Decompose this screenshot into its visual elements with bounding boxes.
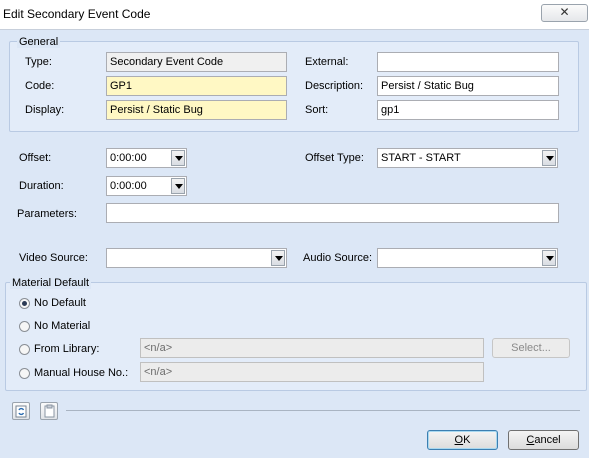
description-label: Description:	[305, 80, 364, 92]
window-title: Edit Secondary Event Code	[3, 7, 151, 21]
external-input[interactable]	[377, 52, 559, 72]
duration-combo[interactable]: 0:00:00	[106, 176, 187, 196]
no-material-label[interactable]: No Material	[34, 320, 90, 332]
audio-source-label: Audio Source:	[303, 252, 373, 264]
general-group-label: General	[17, 36, 61, 48]
library-field: <n/a>	[140, 338, 484, 358]
from-library-label[interactable]: From Library:	[34, 343, 99, 355]
video-source-label: Video Source:	[19, 252, 88, 264]
no-default-label[interactable]: No Default	[34, 297, 86, 309]
clipboard-button[interactable]	[40, 402, 58, 420]
from-library-radio[interactable]	[19, 344, 30, 355]
offset-type-select[interactable]: START - START	[377, 148, 558, 168]
close-button[interactable]: ✕	[541, 4, 588, 22]
parameters-input[interactable]	[106, 203, 559, 223]
display-input[interactable]: Persist / Static Bug	[106, 100, 287, 120]
cancel-label: ancel	[534, 434, 561, 446]
sort-input[interactable]: gp1	[377, 100, 559, 120]
material-default-group-label: Material Default	[10, 277, 92, 289]
no-default-radio[interactable]	[19, 298, 30, 309]
offset-combo[interactable]: 0:00:00	[106, 148, 187, 168]
external-label: External:	[305, 56, 349, 68]
cancel-button[interactable]: Cancel	[508, 430, 579, 450]
duration-value: 0:00:00	[110, 180, 147, 192]
refresh-button[interactable]	[12, 402, 30, 420]
dropdown-arrow-icon[interactable]	[171, 178, 185, 194]
dropdown-arrow-icon[interactable]	[171, 150, 185, 166]
manual-house-label[interactable]: Manual House No.:	[34, 367, 128, 379]
sort-label: Sort:	[305, 104, 329, 116]
offset-type-label: Offset Type:	[305, 152, 364, 164]
offset-value: 0:00:00	[110, 152, 147, 164]
code-input[interactable]: GP1	[106, 76, 287, 96]
type-field: Secondary Event Code	[106, 52, 287, 72]
title-bar: Edit Secondary Event Code ✕	[0, 0, 589, 30]
dropdown-arrow-icon[interactable]	[271, 250, 285, 266]
manual-house-radio[interactable]	[19, 368, 30, 379]
display-label: Display:	[25, 104, 65, 116]
ok-button[interactable]: OK	[427, 430, 498, 450]
type-label: Type:	[25, 56, 52, 68]
dropdown-arrow-icon[interactable]	[542, 250, 556, 266]
ok-label: K	[463, 434, 471, 446]
select-button[interactable]: Select...	[492, 338, 570, 358]
close-icon: ✕	[559, 5, 570, 19]
toolbar-divider	[66, 410, 580, 411]
refresh-icon	[15, 405, 27, 418]
parameters-label: Parameters:	[17, 208, 77, 220]
code-label: Code:	[25, 80, 55, 92]
ok-accelerator: O	[454, 434, 464, 446]
offset-label: Offset:	[19, 152, 52, 164]
no-material-radio[interactable]	[19, 321, 30, 332]
video-source-select[interactable]	[106, 248, 287, 268]
house-number-field: <n/a>	[140, 362, 484, 382]
clipboard-icon	[44, 404, 55, 418]
dropdown-arrow-icon[interactable]	[542, 150, 556, 166]
duration-label: Duration:	[19, 180, 64, 192]
offset-type-value: START - START	[381, 152, 461, 164]
audio-source-select[interactable]	[377, 248, 558, 268]
description-input[interactable]: Persist / Static Bug	[377, 76, 559, 96]
